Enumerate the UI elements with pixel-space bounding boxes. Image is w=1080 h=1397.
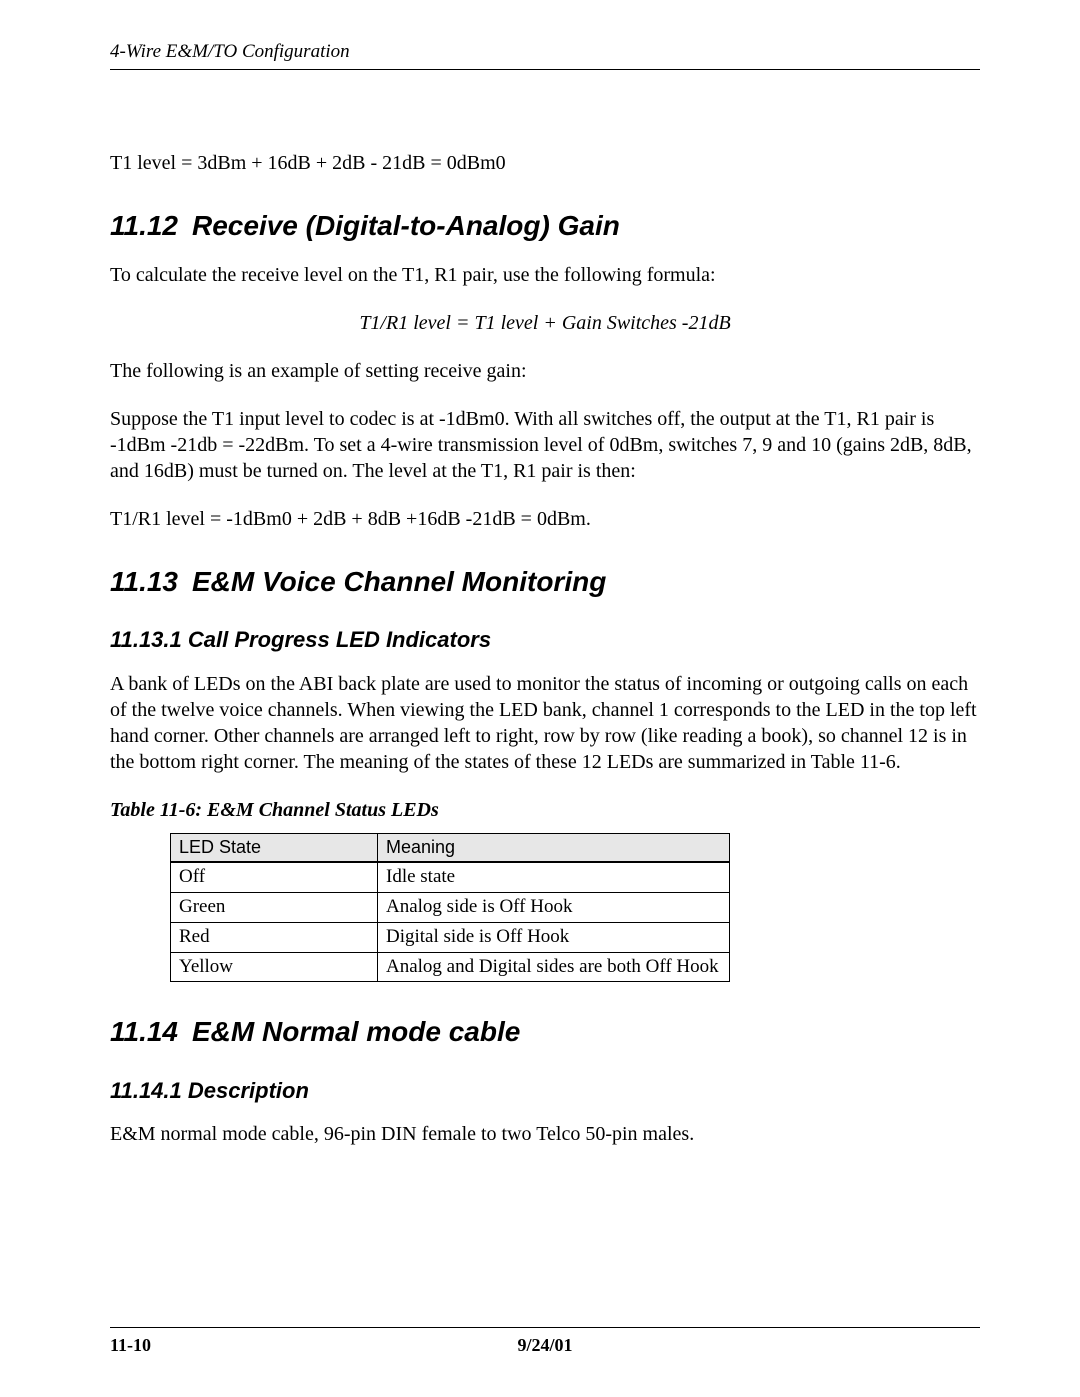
heading-11-13-number: 11.13 bbox=[110, 566, 178, 597]
heading-11-14-number: 11.14 bbox=[110, 1016, 178, 1047]
cell-meaning: Idle state bbox=[378, 862, 730, 892]
heading-11-12-number: 11.12 bbox=[110, 210, 178, 241]
heading-11-14-1: 11.14.1 Description bbox=[110, 1077, 980, 1106]
example-intro: The following is an example of setting r… bbox=[110, 358, 980, 384]
footer-date: 9/24/01 bbox=[110, 1334, 980, 1357]
cell-meaning: Digital side is Off Hook bbox=[378, 922, 730, 952]
table-row: Red Digital side is Off Hook bbox=[171, 922, 730, 952]
receive-gain-formula: T1/R1 level = T1 level + Gain Switches -… bbox=[110, 310, 980, 336]
heading-11-12-title: Receive (Digital-to-Analog) Gain bbox=[192, 210, 620, 241]
running-header: 4-Wire E&M/TO Configuration bbox=[110, 40, 980, 65]
heading-11-14-title: E&M Normal mode cable bbox=[192, 1016, 520, 1047]
heading-11-12: 11.12 Receive (Digital-to-Analog) Gain bbox=[110, 208, 980, 244]
header-rule bbox=[110, 69, 980, 70]
t1-level-equation: T1 level = 3dBm + 16dB + 2dB - 21dB = 0d… bbox=[110, 150, 980, 176]
table-header-row: LED State Meaning bbox=[171, 834, 730, 863]
example-paragraph: Suppose the T1 input level to codec is a… bbox=[110, 406, 980, 484]
cell-meaning: Analog side is Off Hook bbox=[378, 893, 730, 923]
heading-11-14: 11.14 E&M Normal mode cable bbox=[110, 1014, 980, 1050]
cell-led-state: Green bbox=[171, 893, 378, 923]
table-row: Green Analog side is Off Hook bbox=[171, 893, 730, 923]
heading-11-13-1: 11.13.1 Call Progress LED Indicators bbox=[110, 626, 980, 655]
page: 4-Wire E&M/TO Configuration T1 level = 3… bbox=[0, 0, 1080, 1397]
led-indicators-paragraph: A bank of LEDs on the ABI back plate are… bbox=[110, 671, 980, 775]
table-row: Off Idle state bbox=[171, 862, 730, 892]
cell-led-state: Off bbox=[171, 862, 378, 892]
table-11-6-caption: Table 11-6: E&M Channel Status LEDs bbox=[110, 797, 980, 823]
col-header-meaning: Meaning bbox=[378, 834, 730, 863]
cell-led-state: Red bbox=[171, 922, 378, 952]
receive-gain-intro: To calculate the receive level on the T1… bbox=[110, 262, 980, 288]
heading-11-13: 11.13 E&M Voice Channel Monitoring bbox=[110, 564, 980, 600]
table-11-6: LED State Meaning Off Idle state Green A… bbox=[170, 833, 730, 982]
cell-meaning: Analog and Digital sides are both Off Ho… bbox=[378, 952, 730, 982]
cell-led-state: Yellow bbox=[171, 952, 378, 982]
table-row: Yellow Analog and Digital sides are both… bbox=[171, 952, 730, 982]
cable-description-paragraph: E&M normal mode cable, 96-pin DIN female… bbox=[110, 1121, 980, 1147]
example-equation: T1/R1 level = -1dBm0 + 2dB + 8dB +16dB -… bbox=[110, 506, 980, 532]
footer-rule bbox=[110, 1327, 980, 1328]
page-footer: 11-10 9/24/01 bbox=[110, 1327, 980, 1357]
col-header-led-state: LED State bbox=[171, 834, 378, 863]
heading-11-13-title: E&M Voice Channel Monitoring bbox=[192, 566, 606, 597]
